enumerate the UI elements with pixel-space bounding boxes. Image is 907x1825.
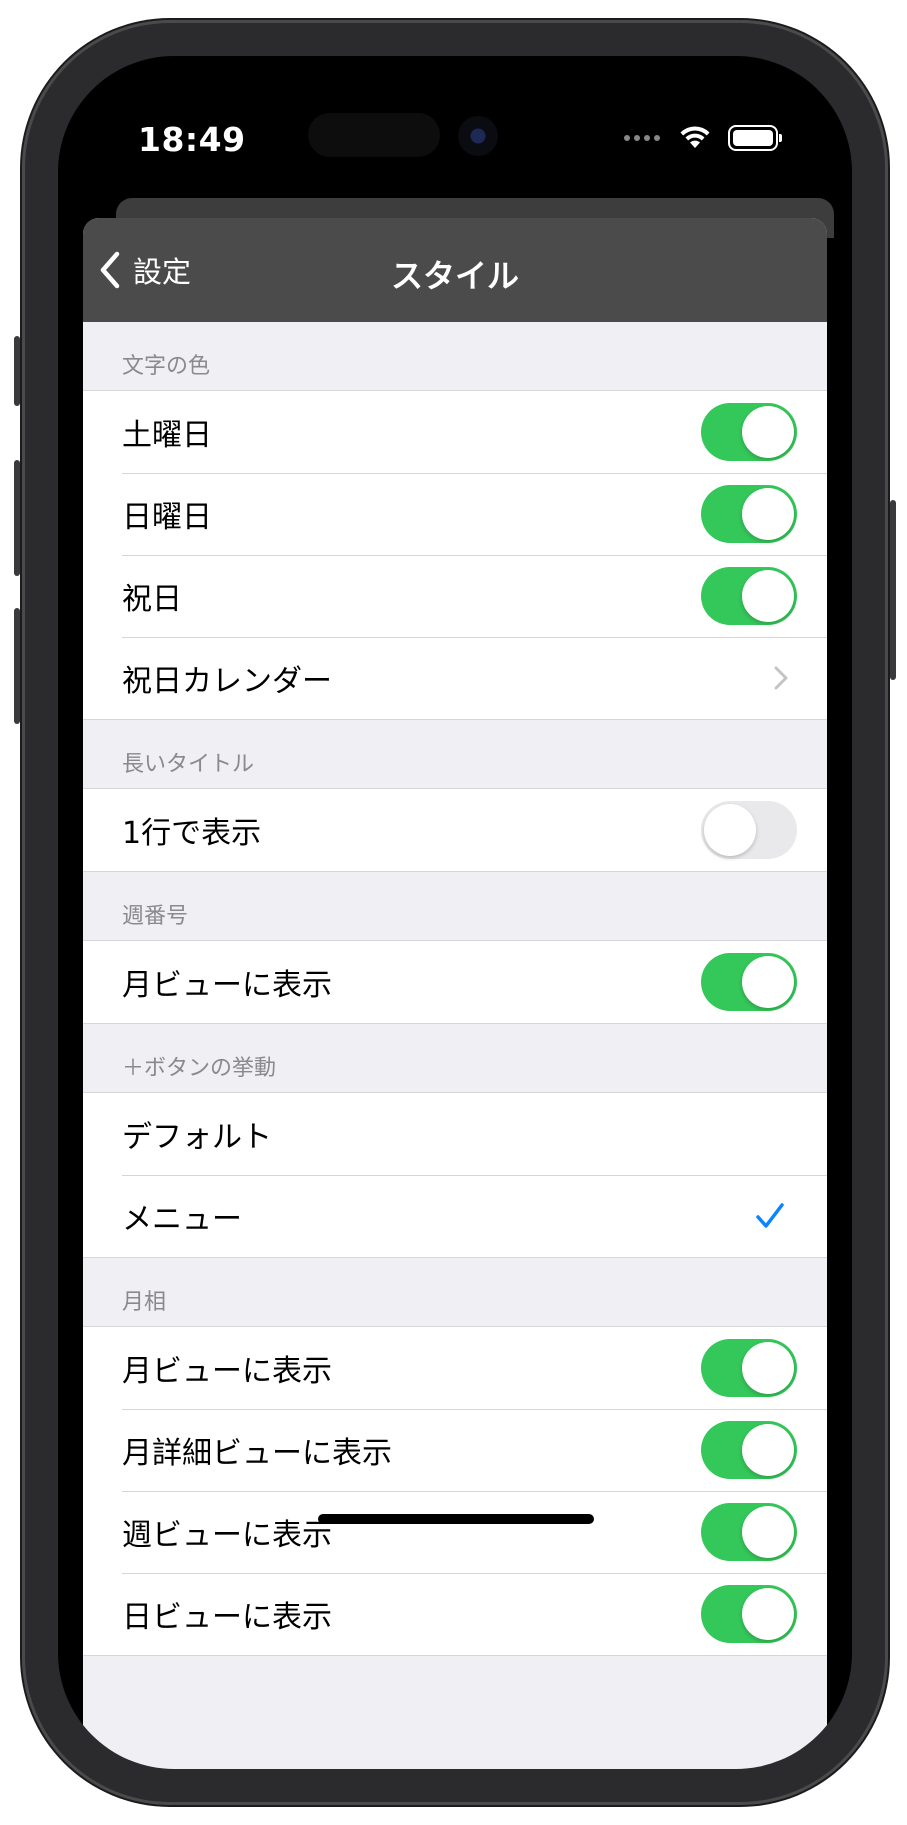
row-moon-month-detail-view: 月詳細ビューに表示	[83, 1409, 827, 1491]
status-time: 18:49	[138, 120, 246, 159]
navigation-bar: 設定 スタイル	[83, 218, 827, 322]
moon-month-view-toggle[interactable]	[701, 1339, 797, 1397]
section-long-title: 1行で表示	[83, 788, 827, 872]
row-label: デフォルト	[122, 1120, 272, 1155]
section-header-moon-phase: 月相	[122, 1290, 167, 1315]
sunday-toggle[interactable]	[701, 485, 797, 543]
moon-day-view-toggle[interactable]	[701, 1585, 797, 1643]
row-one-line: 1行で表示	[83, 789, 827, 871]
volume-down-button	[14, 608, 20, 724]
section-plus-button: デフォルト メニュー	[83, 1092, 827, 1258]
row-label: 祝日	[122, 582, 182, 617]
cellular-signal-icon	[624, 135, 664, 145]
section-text-color: 土曜日 日曜日 祝日 祝日カレンダー	[83, 390, 827, 720]
row-label: メニュー	[122, 1202, 242, 1237]
toggle-knob	[742, 1424, 794, 1476]
settings-list: 文字の色 土曜日 日曜日 祝日 祝日カレンダー 長いタイトル 1行で表示 週番号…	[83, 322, 827, 1656]
toggle-knob	[742, 1506, 794, 1558]
row-saturday: 土曜日	[83, 391, 827, 473]
section-header-text-color: 文字の色	[122, 354, 211, 379]
section-week-number: 月ビューに表示	[83, 940, 827, 1024]
dynamic-island	[308, 113, 440, 157]
row-menu[interactable]: メニュー	[83, 1175, 827, 1257]
phone-frame: 18:49 設定 スタイル 文字の色 土曜日 日曜日 祝日 祝日カレンダー 長い…	[14, 20, 896, 1805]
settings-sheet: 設定 スタイル 文字の色 土曜日 日曜日 祝日 祝日カレンダー 長いタイトル 1…	[83, 218, 827, 1769]
row-label: 日曜日	[122, 500, 212, 535]
row-holiday: 祝日	[83, 555, 827, 637]
section-header-long-title: 長いタイトル	[122, 752, 255, 777]
toggle-knob	[704, 804, 756, 856]
volume-up-button	[14, 460, 20, 576]
holiday-toggle[interactable]	[701, 567, 797, 625]
week-number-month-view-toggle[interactable]	[701, 953, 797, 1011]
row-moon-month-view: 月ビューに表示	[83, 1327, 827, 1409]
row-label: 月ビューに表示	[122, 1354, 332, 1389]
row-label: 月詳細ビューに表示	[122, 1436, 392, 1471]
action-button	[14, 336, 20, 406]
row-week-number-month-view: 月ビューに表示	[83, 941, 827, 1023]
home-indicator[interactable]	[318, 1514, 594, 1524]
row-moon-week-view: 週ビューに表示	[83, 1491, 827, 1573]
power-button	[890, 500, 896, 680]
screen: 18:49 設定 スタイル 文字の色 土曜日 日曜日 祝日 祝日カレンダー 長い…	[58, 56, 852, 1769]
one-line-toggle[interactable]	[701, 801, 797, 859]
row-holiday-calendar[interactable]: 祝日カレンダー	[83, 637, 827, 719]
section-header-plus-button: ＋ボタンの挙動	[122, 1056, 277, 1081]
row-moon-day-view: 日ビューに表示	[83, 1573, 827, 1655]
section-header-week-number: 週番号	[122, 904, 189, 929]
toggle-knob	[742, 406, 794, 458]
row-label: 1行で表示	[122, 816, 262, 851]
row-default[interactable]: デフォルト	[83, 1093, 827, 1175]
row-label: 祝日カレンダー	[122, 664, 332, 699]
page-title: スタイル	[390, 257, 519, 295]
toggle-knob	[742, 1588, 794, 1640]
toggle-knob	[742, 570, 794, 622]
saturday-toggle[interactable]	[701, 403, 797, 461]
status-bar: 18:49	[58, 56, 852, 196]
front-camera	[458, 116, 498, 156]
row-sunday: 日曜日	[83, 473, 827, 555]
row-label: 月ビューに表示	[122, 968, 332, 1003]
moon-week-view-toggle[interactable]	[701, 1503, 797, 1561]
toggle-knob	[742, 488, 794, 540]
wifi-icon	[680, 126, 710, 148]
battery-icon	[728, 125, 782, 151]
section-moon-phase: 月ビューに表示 月詳細ビューに表示 週ビューに表示 日ビューに表示	[83, 1326, 827, 1656]
row-label: 土曜日	[122, 418, 212, 453]
toggle-knob	[742, 956, 794, 1008]
chevron-right-icon	[774, 666, 788, 690]
row-label: 日ビューに表示	[122, 1600, 332, 1635]
checkmark-icon	[756, 1203, 784, 1228]
toggle-knob	[742, 1342, 794, 1394]
moon-month-detail-view-toggle[interactable]	[701, 1421, 797, 1479]
